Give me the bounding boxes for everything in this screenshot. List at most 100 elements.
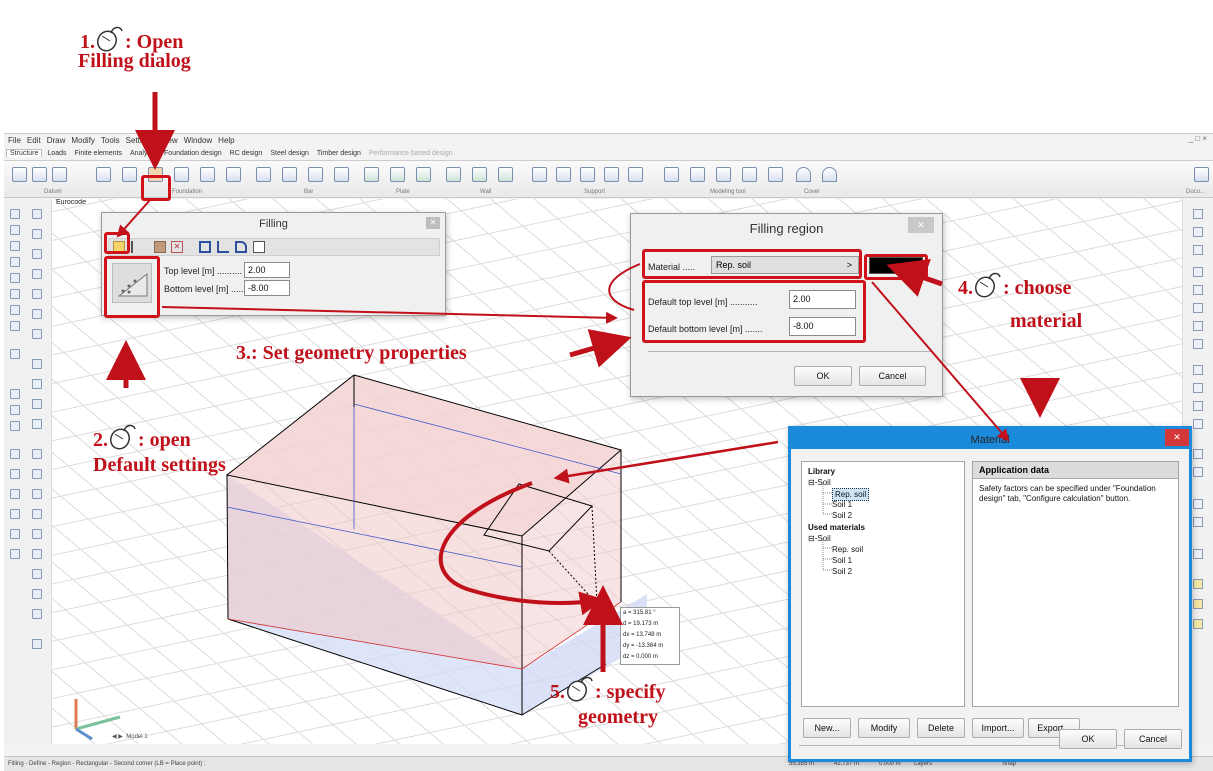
used-item-rep-soil[interactable]: Rep. soil: [832, 544, 863, 555]
draw-polygon-icon[interactable]: [32, 289, 42, 299]
tab-structure[interactable]: Structure: [6, 149, 43, 157]
support-edit-icon[interactable]: [628, 167, 643, 182]
tool-open-icon[interactable]: [10, 225, 20, 235]
menu-modify[interactable]: Modify: [71, 136, 95, 145]
view-zoom-window-icon[interactable]: [1193, 227, 1203, 237]
tab-foundation-design[interactable]: Foundation design: [161, 150, 225, 157]
material-icon[interactable]: [154, 241, 166, 253]
view-iso-icon[interactable]: [1193, 339, 1203, 349]
model-tab[interactable]: ◀ ▶ Model 1: [112, 733, 148, 740]
bar-truss-icon[interactable]: [308, 167, 323, 182]
view-layer-2-icon[interactable]: [1193, 517, 1203, 527]
tool-redo-icon[interactable]: [10, 289, 20, 299]
view-shade-icon[interactable]: [1193, 383, 1203, 393]
tool-undo-icon[interactable]: [10, 273, 20, 283]
support-line-icon[interactable]: [556, 167, 571, 182]
tool-save-icon[interactable]: [10, 241, 20, 251]
tool-filter-icon[interactable]: [10, 405, 20, 415]
tool-new-icon[interactable]: [10, 209, 20, 219]
close-icon[interactable]: ✕: [1165, 429, 1189, 446]
draw-slope-icon[interactable]: [32, 379, 42, 389]
close-icon[interactable]: ✕: [908, 217, 934, 233]
datum-grid-icon[interactable]: [52, 167, 67, 182]
draw-trim-icon[interactable]: [32, 489, 42, 499]
support-point-icon[interactable]: [532, 167, 547, 182]
pick-icon[interactable]: [131, 241, 139, 253]
used-item-soil-1[interactable]: Soil 1: [832, 555, 852, 566]
rectangle-region-icon[interactable]: [199, 241, 211, 253]
ok-button[interactable]: OK: [1059, 729, 1117, 749]
tab-finite-elements[interactable]: Finite elements: [71, 150, 124, 157]
connection-icon[interactable]: [664, 167, 679, 182]
draw-join-icon[interactable]: [32, 609, 42, 619]
view-layer-5-icon[interactable]: [1193, 599, 1203, 609]
draw-dots-icon[interactable]: [32, 449, 42, 459]
tool-measure-icon[interactable]: [10, 421, 20, 431]
foundation-wall-icon[interactable]: [226, 167, 241, 182]
ok-button[interactable]: OK: [794, 366, 852, 386]
view-layer-4-icon[interactable]: [1193, 579, 1203, 589]
menu-file[interactable]: File: [8, 136, 21, 145]
support-group-icon[interactable]: [604, 167, 619, 182]
blank-region-icon[interactable]: [253, 241, 265, 253]
pile-icon[interactable]: [200, 167, 215, 182]
tool-layer-icon[interactable]: [10, 389, 20, 399]
wall-hole-icon[interactable]: [498, 167, 513, 182]
top-level-field[interactable]: 2.00: [244, 262, 290, 278]
draw-line-icon[interactable]: [32, 209, 42, 219]
tool-print-icon[interactable]: [10, 257, 20, 267]
tab-loads[interactable]: Loads: [44, 150, 69, 157]
view-layer-1-icon[interactable]: [1193, 499, 1203, 509]
bottom-level-field[interactable]: -8.00: [244, 280, 290, 296]
stiffness-point-icon[interactable]: [690, 167, 705, 182]
draw-dimension-icon[interactable]: [32, 329, 42, 339]
cover-icon[interactable]: [796, 167, 811, 182]
draw-stretch-icon[interactable]: [32, 529, 42, 539]
tool-text-icon[interactable]: [10, 349, 20, 359]
draw-equal-icon[interactable]: [32, 359, 42, 369]
arc-region-icon[interactable]: [235, 241, 247, 253]
datum-point-icon[interactable]: [12, 167, 27, 182]
draw-rectangle-icon[interactable]: [32, 229, 42, 239]
polygon-region-icon[interactable]: [217, 241, 229, 253]
tab-steel-design[interactable]: Steel design: [267, 150, 312, 157]
fictitious-shell-icon[interactable]: [742, 167, 757, 182]
foundation-isolated-icon[interactable]: [96, 167, 111, 182]
view-zoom-icon[interactable]: [1193, 245, 1203, 255]
view-side-icon[interactable]: [1193, 321, 1203, 331]
draw-circle-icon[interactable]: [32, 249, 42, 259]
view-section-icon[interactable]: [1193, 419, 1203, 429]
menu-window[interactable]: Window: [184, 136, 212, 145]
fictitious-bar-icon[interactable]: [716, 167, 731, 182]
view-rotate-icon[interactable]: [1193, 267, 1203, 277]
wall-icon[interactable]: [446, 167, 461, 182]
draw-offset-icon[interactable]: [32, 309, 42, 319]
import-button[interactable]: Import...: [972, 718, 1024, 738]
tool-section-icon[interactable]: [10, 449, 20, 459]
view-layer-6-icon[interactable]: [1193, 619, 1203, 629]
tool-list-icon[interactable]: [10, 489, 20, 499]
view-front-icon[interactable]: [1193, 303, 1203, 313]
tool-paste-icon[interactable]: [10, 321, 20, 331]
tool-settings-icon[interactable]: [10, 509, 20, 519]
library-item-soil-2[interactable]: Soil 2: [832, 510, 852, 521]
menu-draw[interactable]: Draw: [47, 136, 66, 145]
plate-icon[interactable]: [364, 167, 379, 182]
cancel-button[interactable]: Cancel: [1124, 729, 1182, 749]
view-light-icon[interactable]: [1193, 449, 1203, 459]
foundation-strip-icon[interactable]: [122, 167, 137, 182]
window-controls[interactable]: _ □ ×: [1189, 134, 1207, 143]
rectangle-tool-icon[interactable]: [768, 167, 783, 182]
view-wire-icon[interactable]: [1193, 365, 1203, 375]
menu-view[interactable]: View: [161, 136, 178, 145]
draw-fillet-icon[interactable]: [32, 589, 42, 599]
new-button[interactable]: New...: [803, 718, 851, 738]
bar-edit-icon[interactable]: [334, 167, 349, 182]
draw-split-icon[interactable]: [32, 569, 42, 579]
tab-performance-based-design[interactable]: Performance based design: [366, 150, 456, 157]
tool-color-icon[interactable]: [10, 549, 20, 559]
modify-button[interactable]: Modify: [858, 718, 910, 738]
draw-extend-icon[interactable]: [32, 549, 42, 559]
library-item-soil-1[interactable]: Soil 1: [832, 499, 852, 510]
delete-icon[interactable]: ✕: [171, 241, 183, 253]
